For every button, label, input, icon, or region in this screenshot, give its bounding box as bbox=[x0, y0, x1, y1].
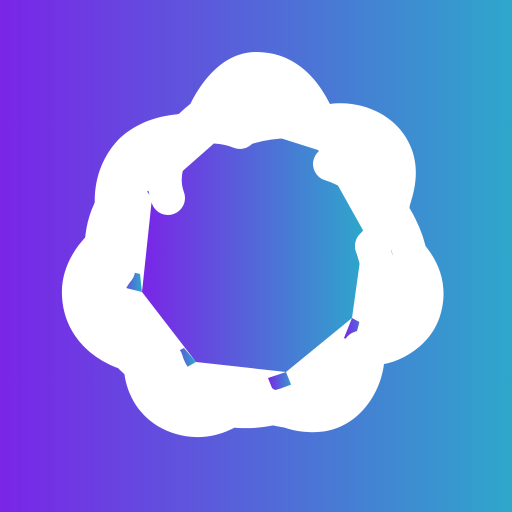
knot-logo-icon bbox=[0, 0, 512, 512]
app-icon bbox=[0, 0, 512, 512]
